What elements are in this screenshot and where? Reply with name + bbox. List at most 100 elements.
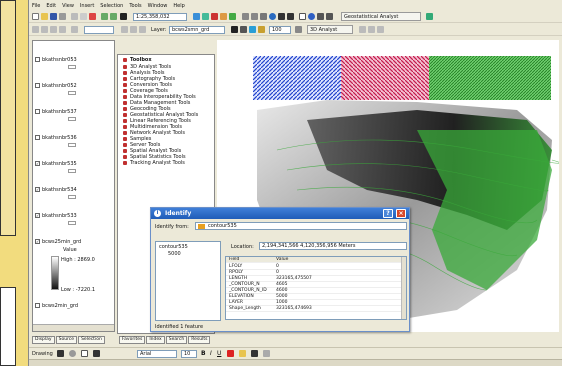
- delete-icon[interactable]: [89, 13, 96, 20]
- measure-icon[interactable]: [326, 13, 333, 20]
- italic-button[interactable]: I: [210, 350, 212, 357]
- tab-favorites[interactable]: Favorites: [119, 336, 146, 344]
- layer-bkathsnbr534[interactable]: ✓ bkathsnbr534: [35, 187, 77, 193]
- menu-file[interactable]: File: [32, 2, 40, 11]
- effects-icon[interactable]: [295, 26, 302, 33]
- geostatistical-analyst-menu[interactable]: Geostatistical Analyst: [341, 12, 421, 21]
- layer-bkathsnbr536[interactable]: bkathsnbr536: [35, 135, 77, 141]
- tab-index[interactable]: Index: [146, 336, 165, 344]
- style-dropdown[interactable]: [84, 26, 114, 34]
- identify-icon[interactable]: [308, 13, 315, 20]
- identify-title-bar[interactable]: i Identify ? ×: [151, 208, 409, 219]
- tool-icon-b[interactable]: [41, 26, 48, 33]
- tool-icon-g[interactable]: [130, 26, 137, 33]
- tab-display[interactable]: Display: [32, 336, 55, 344]
- tool-icon-k[interactable]: [377, 26, 384, 33]
- tree-feature-node[interactable]: 5000: [168, 251, 181, 257]
- close-button[interactable]: ×: [396, 209, 406, 218]
- brightness-icon[interactable]: [258, 26, 265, 33]
- tool-icon-h[interactable]: [139, 26, 146, 33]
- tab-selection[interactable]: Selection: [78, 336, 105, 344]
- layer-bcws2min-grd[interactable]: bcws2min_grd: [35, 303, 78, 309]
- tool-icon-c[interactable]: [50, 26, 57, 33]
- flicker-icon[interactable]: [240, 26, 247, 33]
- tab-source[interactable]: Source: [55, 336, 78, 344]
- layer-visibility-checkbox[interactable]: ✓: [35, 213, 40, 218]
- layer-dropdown[interactable]: bcws2smn_grd: [169, 26, 225, 34]
- undo-icon[interactable]: [101, 13, 108, 20]
- font-size-dropdown[interactable]: 10: [181, 350, 197, 358]
- layer-bkathsnbr535[interactable]: ✓ bkathsnbr535: [35, 161, 77, 167]
- layer-visibility-checkbox[interactable]: [35, 109, 40, 114]
- fill-color-icon[interactable]: [239, 350, 246, 357]
- line-color-icon[interactable]: [251, 350, 258, 357]
- tool-icon-i[interactable]: [359, 26, 366, 33]
- layer-visibility-checkbox[interactable]: ✓: [35, 239, 40, 244]
- menu-view[interactable]: View: [62, 2, 74, 11]
- layer-visibility-checkbox[interactable]: ✓: [35, 161, 40, 166]
- rectangle-icon[interactable]: [81, 350, 88, 357]
- back-icon[interactable]: [278, 13, 285, 20]
- 3d-analyst-menu[interactable]: 3D Analyst: [307, 25, 353, 34]
- catalog-icon[interactable]: [211, 13, 218, 20]
- marker-color-icon[interactable]: [263, 350, 270, 357]
- layer-bkathsnbr537[interactable]: bkathsnbr537: [35, 109, 77, 115]
- table-row[interactable]: Shape_Length 323165,474693: [226, 306, 406, 312]
- map-scale-dropdown[interactable]: 1:25,358,032: [133, 13, 187, 21]
- zoom-in-icon[interactable]: [242, 13, 249, 20]
- editor-icon[interactable]: [193, 13, 200, 20]
- tool-icon-f[interactable]: [121, 26, 128, 33]
- tree-layer-node[interactable]: contour535: [159, 244, 188, 250]
- table-of-contents-icon[interactable]: [202, 13, 209, 20]
- toolbox-root[interactable]: Toolbox: [123, 57, 152, 63]
- tab-results[interactable]: Results: [188, 336, 211, 344]
- add-data-icon[interactable]: [120, 13, 127, 20]
- contrast-icon[interactable]: [249, 26, 256, 33]
- tool-icon-j[interactable]: [368, 26, 375, 33]
- font-dropdown[interactable]: Arial: [137, 350, 177, 358]
- select-elements-icon[interactable]: [57, 350, 64, 357]
- full-extent-icon[interactable]: [269, 13, 276, 20]
- menu-insert[interactable]: Insert: [80, 2, 94, 11]
- identify-from-dropdown[interactable]: contour535: [195, 222, 407, 230]
- select-features-icon[interactable]: [299, 13, 306, 20]
- print-icon[interactable]: [59, 13, 66, 20]
- layer-bkathsnbr533[interactable]: ✓ bkathsnbr533: [35, 213, 77, 219]
- python-icon[interactable]: [229, 13, 236, 20]
- grid-scrollbar[interactable]: [401, 257, 406, 319]
- cut-icon[interactable]: [71, 13, 78, 20]
- menu-selection[interactable]: Selection: [100, 2, 123, 11]
- layer-visibility-checkbox[interactable]: [35, 57, 40, 62]
- menu-edit[interactable]: Edit: [46, 2, 56, 11]
- layer-visibility-checkbox[interactable]: [35, 303, 40, 308]
- text-icon[interactable]: [93, 350, 100, 357]
- layer-visibility-checkbox[interactable]: [35, 135, 40, 140]
- tool-icon-e[interactable]: [71, 26, 78, 33]
- layer-bcws25min-grd[interactable]: ✓ bcws25min_grd: [35, 239, 81, 245]
- tool-icon-a[interactable]: [32, 26, 39, 33]
- layer-bkathsnbr052[interactable]: bkathsnbr052: [35, 83, 77, 89]
- pan-icon[interactable]: [260, 13, 267, 20]
- transparency-field[interactable]: 100: [269, 26, 291, 34]
- open-folder-icon[interactable]: [41, 13, 48, 20]
- swipe-icon[interactable]: [231, 26, 238, 33]
- toolset-tracking-analyst[interactable]: Tracking Analyst Tools: [123, 160, 185, 166]
- redo-icon[interactable]: [110, 13, 117, 20]
- forward-icon[interactable]: [287, 13, 294, 20]
- new-file-icon[interactable]: [32, 13, 39, 20]
- zoom-out-icon[interactable]: [251, 13, 258, 20]
- tool-icon-d[interactable]: [59, 26, 66, 33]
- rotate-icon[interactable]: [69, 350, 76, 357]
- layer-bkathsnbr053[interactable]: bkathsnbr053: [35, 57, 77, 63]
- tab-search[interactable]: Search: [165, 336, 188, 344]
- underline-button[interactable]: U: [217, 350, 221, 357]
- menu-window[interactable]: Window: [148, 2, 168, 11]
- geostat-wizard-icon[interactable]: [426, 13, 433, 20]
- font-color-icon[interactable]: [227, 350, 234, 357]
- copy-icon[interactable]: [80, 13, 87, 20]
- find-icon[interactable]: [317, 13, 324, 20]
- save-icon[interactable]: [50, 13, 57, 20]
- help-button[interactable]: ?: [383, 209, 393, 218]
- menu-tools[interactable]: Tools: [129, 2, 141, 11]
- toc-horizontal-scrollbar[interactable]: [33, 324, 114, 331]
